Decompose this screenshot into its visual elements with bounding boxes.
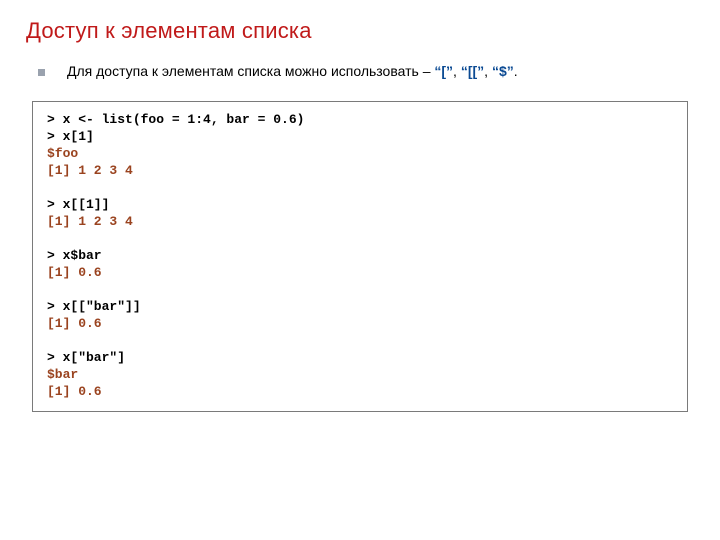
slide-title: Доступ к элементам списка bbox=[26, 18, 694, 44]
code-output: [1] 1 2 3 4 bbox=[47, 163, 673, 180]
code-output: [1] 0.6 bbox=[47, 265, 673, 282]
code-line: > x[[1]] bbox=[47, 197, 673, 214]
bullet-item: Для доступа к элементам списка можно исп… bbox=[26, 62, 694, 81]
code-output: [1] 0.6 bbox=[47, 316, 673, 333]
code-output: $bar bbox=[47, 367, 673, 384]
bullet-marker bbox=[38, 69, 45, 76]
code-line: > x[1] bbox=[47, 129, 673, 146]
code-output: [1] 1 2 3 4 bbox=[47, 214, 673, 231]
code-line: > x$bar bbox=[47, 248, 673, 265]
code-output: $foo bbox=[47, 146, 673, 163]
code-line: > x["bar"] bbox=[47, 350, 673, 367]
slide: Доступ к элементам списка Для доступа к … bbox=[0, 0, 720, 540]
code-line: > x[["bar"]] bbox=[47, 299, 673, 316]
code-block: > x <- list(foo = 1:4, bar = 0.6) > x[1]… bbox=[32, 101, 688, 412]
code-line: > x <- list(foo = 1:4, bar = 0.6) bbox=[47, 112, 673, 129]
bullet-text: Для доступа к элементам списка можно исп… bbox=[67, 62, 518, 81]
code-output: [1] 0.6 bbox=[47, 384, 673, 401]
